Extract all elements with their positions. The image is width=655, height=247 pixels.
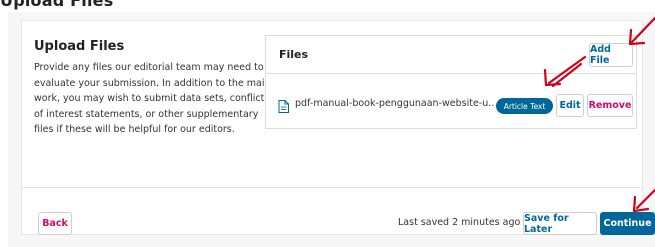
footer-divider (22, 187, 642, 188)
continue-button[interactable]: Continue (600, 212, 655, 235)
files-panel-header: Files Add File (266, 36, 636, 74)
files-panel-title: Files (279, 48, 309, 61)
cropped-heading-text: Upload Files (0, 0, 114, 10)
section-title: Upload Files (34, 39, 125, 54)
edit-file-button[interactable]: Edit (556, 94, 584, 117)
content-panel: Upload Files Provide any files our edito… (8, 12, 655, 247)
file-type-badge: Article Text (496, 98, 553, 114)
file-row: pdf-manual-book-penggunaan-website-u... … (266, 74, 636, 130)
files-panel: Files Add File pdf-manual-book-penggunaa… (265, 35, 637, 129)
section-description: Provide any files our editorial team may… (34, 62, 271, 135)
upload-card: Upload Files Provide any files our edito… (21, 20, 655, 235)
cropped-heading: Upload Files (0, 0, 655, 10)
back-button[interactable]: Back (38, 212, 72, 235)
file-name-link[interactable]: pdf-manual-book-penggunaan-website-u... (295, 98, 495, 109)
document-icon (278, 98, 289, 113)
add-file-button[interactable]: Add File (589, 43, 633, 67)
remove-file-button[interactable]: Remove (587, 94, 633, 117)
save-for-later-button[interactable]: Save for Later (523, 212, 597, 235)
last-saved-status: Last saved 2 minutes ago (398, 217, 521, 228)
